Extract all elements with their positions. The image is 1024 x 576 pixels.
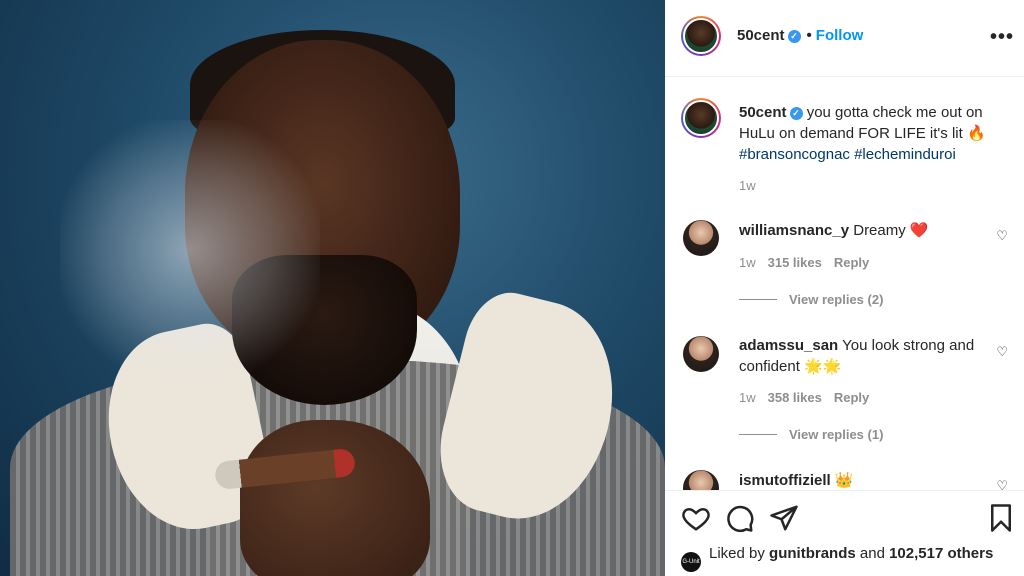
liker-avatar[interactable]: G-Unit: [681, 552, 701, 572]
comment-username[interactable]: adamssu_san: [739, 337, 838, 354]
post-side-panel: 50cent ✓ • Follow ••• 50cent ✓ you gotta che…: [665, 0, 1024, 576]
comment-text-block: williamsnanc_y Dreamy ❤️: [739, 220, 1014, 241]
photo-smoke: [60, 120, 320, 380]
caption-text-block: 50cent ✓ you gotta check me out on HuLu o…: [739, 102, 1014, 165]
likes-prefix: Liked by: [709, 545, 765, 562]
comment-likes[interactable]: 358 likes: [768, 390, 822, 405]
comment-text: Dreamy ❤️: [853, 222, 929, 239]
comment-time: 1w: [739, 390, 756, 405]
bookmark-icon[interactable]: [986, 503, 1016, 533]
commenter-avatar[interactable]: [683, 470, 719, 490]
liker-username[interactable]: gunitbrands: [769, 545, 856, 562]
comment-username[interactable]: williamsnanc_y: [739, 222, 849, 239]
like-comment-heart-icon[interactable]: ♡: [996, 344, 1008, 360]
view-replies-button[interactable]: View replies (2): [739, 292, 883, 307]
follow-separator: •: [806, 27, 812, 44]
hashtag-link[interactable]: #lecheminduroi: [854, 146, 956, 163]
ellipsis-icon[interactable]: •••: [990, 26, 1014, 49]
caption-time: 1w: [739, 178, 756, 193]
reply-button[interactable]: Reply: [834, 255, 869, 270]
post-actions: G-Unit Liked by gunitbrands and 102,517 o…: [665, 490, 1024, 576]
likes-count[interactable]: 102,517 others: [889, 545, 993, 562]
reply-button[interactable]: Reply: [834, 390, 869, 405]
like-comment-heart-icon[interactable]: ♡: [996, 478, 1008, 490]
hashtag-link[interactable]: #bransoncognac: [739, 146, 850, 163]
comment-username[interactable]: ismutoffiziell: [739, 472, 831, 489]
likes-and: and: [859, 545, 885, 562]
photo-hand: [240, 420, 430, 576]
view-replies-label: View replies (2): [789, 292, 884, 307]
comment-text: 👑: [834, 472, 854, 489]
comment-meta: 1w 315 likes Reply: [739, 255, 869, 270]
commenter-avatar[interactable]: [683, 336, 719, 372]
replies-divider: [739, 299, 777, 300]
commenter-avatar[interactable]: [683, 220, 719, 256]
post-header: 50cent ✓ • Follow •••: [665, 0, 1024, 77]
comment-meta: 1w 358 likes Reply: [739, 390, 869, 405]
caption-avatar[interactable]: [681, 98, 721, 138]
caption-username[interactable]: 50cent: [739, 104, 787, 121]
verified-icon: ✓: [787, 30, 801, 43]
author-avatar[interactable]: [681, 16, 721, 56]
comment-text-block: ismutoffiziell 👑: [739, 470, 1014, 490]
likes-summary: G-Unit Liked by gunitbrands and 102,517 o…: [681, 545, 993, 572]
comment-icon[interactable]: [725, 503, 755, 533]
comment-likes[interactable]: 315 likes: [768, 255, 822, 270]
comments-list[interactable]: 50cent ✓ you gotta check me out on HuLu o…: [665, 78, 1024, 490]
replies-divider: [739, 434, 777, 435]
comment-time: 1w: [739, 255, 756, 270]
follow-button[interactable]: Follow: [816, 27, 864, 44]
view-replies-label: View replies (1): [789, 427, 884, 442]
header-user-line: 50cent ✓ • Follow: [737, 27, 863, 44]
view-replies-button[interactable]: View replies (1): [739, 427, 883, 442]
verified-icon: ✓: [789, 107, 803, 120]
heart-icon[interactable]: [681, 503, 711, 533]
post-photo[interactable]: [0, 0, 665, 576]
author-username[interactable]: 50cent: [737, 27, 785, 44]
share-icon[interactable]: [769, 503, 799, 533]
like-comment-heart-icon[interactable]: ♡: [996, 228, 1008, 244]
comment-text-block: adamssu_san You look strong and confiden…: [739, 335, 1014, 377]
